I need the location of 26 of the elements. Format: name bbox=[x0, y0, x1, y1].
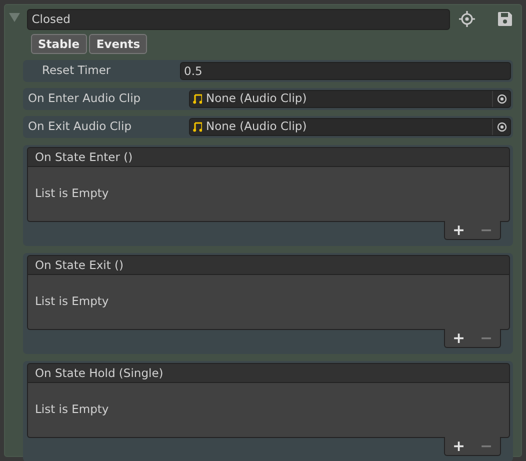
target-icon[interactable] bbox=[459, 11, 476, 27]
number-field[interactable]: 0.5 bbox=[180, 62, 511, 80]
picker-icon[interactable] bbox=[496, 122, 506, 132]
add-button[interactable]: + bbox=[449, 330, 468, 346]
event-header: On State Hold (Single) bbox=[27, 363, 510, 383]
name-field[interactable]: Closed bbox=[26, 8, 450, 30]
object-value: None (Audio Clip) bbox=[206, 118, 307, 136]
music-note-icon bbox=[193, 122, 202, 132]
save-icon[interactable] bbox=[497, 11, 513, 27]
mode-button[interactable]: Stable bbox=[31, 34, 87, 54]
empty-list-text: List is Empty bbox=[35, 293, 109, 310]
picker-icon[interactable] bbox=[496, 94, 506, 104]
object-field[interactable]: None (Audio Clip) bbox=[189, 118, 511, 136]
field-label: On Exit Audio Clip bbox=[28, 118, 132, 136]
event-header: On State Exit () bbox=[27, 255, 510, 275]
event-header: On State Enter () bbox=[27, 147, 510, 167]
empty-list-text: List is Empty bbox=[35, 401, 109, 418]
field-label: On Enter Audio Clip bbox=[28, 90, 142, 108]
add-button[interactable]: + bbox=[449, 438, 468, 454]
object-field[interactable]: None (Audio Clip) bbox=[189, 90, 511, 108]
field-label: Reset Timer bbox=[41, 62, 112, 80]
music-note-icon bbox=[193, 94, 202, 104]
empty-list-text: List is Empty bbox=[35, 185, 109, 202]
object-value: None (Audio Clip) bbox=[206, 90, 307, 108]
add-button[interactable]: + bbox=[449, 222, 468, 238]
mode-button[interactable]: Events bbox=[89, 34, 148, 54]
